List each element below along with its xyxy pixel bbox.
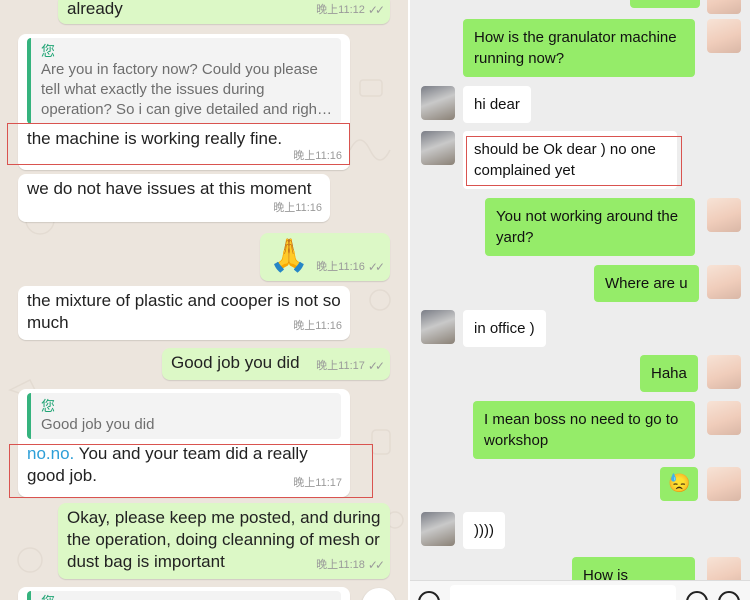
message-text: You not working around the yard? [496,208,679,246]
avatar[interactable] [707,198,741,232]
avatar[interactable] [707,19,741,53]
message-meta: 晚上11:16 [293,315,342,337]
message-bubble-incoming[interactable]: in office ) [463,310,546,347]
chat-input-bar [410,580,750,600]
quoted-message[interactable]: 您 Good job you did [27,393,341,439]
message-time: 晚上11:16 [273,202,322,214]
read-receipt-icon: ✓✓ [367,359,385,373]
message-text: Haha [651,365,687,382]
message-time: 晚上11:18 [316,559,365,571]
message-bubble-outgoing[interactable]: 🙏 晚上11:16 ✓✓ [260,233,390,281]
folded-hands-emoji: 🙏 [269,237,309,273]
whatsapp-chat-panel: already 晚上11:12 ✓✓ 您 Are you in factory … [0,0,408,600]
message-bubble-outgoing[interactable]: Good job you did 晚上11:17 ✓✓ [162,348,390,380]
message-meta: 晚上11:16 [273,197,322,219]
message-bubble-incoming[interactable]: )))) [463,512,505,549]
message-meta: 晚上11:17 ✓✓ [316,355,385,377]
highlight-box [9,444,373,498]
message-bubble-incoming[interactable]: hi dear [463,86,531,123]
plus-icon[interactable] [718,591,740,600]
avatar[interactable] [707,355,741,389]
wechat-chat-panel: How is the granulator machine running no… [410,0,750,600]
message-bubble-incoming[interactable]: 您 [18,587,350,600]
sweat-emoji: 😓 [668,473,691,493]
message-meta: 晚上11:18 ✓✓ [316,554,385,576]
message-meta: 晚上11:16 ✓✓ [316,256,385,278]
quoted-message[interactable]: 您 [27,591,341,600]
message-text: hi dear [474,96,520,113]
message-bubble-outgoing[interactable]: You not working around the yard? [485,198,695,256]
read-receipt-icon: ✓✓ [367,260,385,274]
quote-author: 您 [41,398,55,414]
emoji-icon[interactable] [686,591,708,600]
read-receipt-icon: ✓✓ [367,558,385,572]
quoted-message[interactable]: 您 Are you in factory now? Could you plea… [27,38,341,124]
avatar[interactable] [707,265,741,299]
message-text: already [67,0,123,18]
message-bubble-outgoing[interactable]: How is the granulator machine running no… [463,19,695,77]
message-text: Where are u [605,275,688,292]
message-time: 晚上11:17 [316,360,365,372]
avatar[interactable] [421,86,455,120]
message-bubble-outgoing[interactable]: Haha [640,355,698,392]
avatar[interactable] [707,401,741,435]
message-meta: 晚上11:12 ✓✓ [316,0,385,21]
message-bubble-outgoing[interactable]: Okay, please keep me posted, and during … [58,503,390,579]
avatar[interactable] [421,512,455,546]
avatar[interactable] [707,467,741,501]
quote-author: 您 [41,593,333,600]
message-text: I mean boss no need to go to workshop [484,411,679,449]
message-time: 晚上11:16 [293,320,342,332]
avatar[interactable] [707,0,741,14]
message-text: )))) [474,522,494,539]
message-input[interactable] [450,585,676,600]
message-text: How is the granulator machine running no… [474,29,677,67]
message-bubble-outgoing[interactable] [630,0,700,8]
message-bubble-incoming[interactable]: we do not have issues at this moment 晚上1… [18,174,330,222]
highlight-box [7,123,350,165]
read-receipt-icon: ✓✓ [367,3,385,17]
voice-icon[interactable] [418,591,440,600]
message-text: Good job you did [171,353,300,372]
message-bubble-outgoing[interactable]: Where are u [594,265,699,302]
avatar[interactable] [421,310,455,344]
quote-text: Are you in factory now? Could you please… [41,61,333,118]
message-bubble-incoming[interactable]: the mixture of plastic and cooper is not… [18,286,350,340]
message-time: 晚上11:12 [316,4,365,16]
quote-author: 您 [41,43,55,59]
message-bubble-outgoing[interactable]: 😓 [660,467,699,501]
quote-text: Good job you did [41,416,155,433]
message-bubble-outgoing[interactable]: already 晚上11:12 ✓✓ [58,0,390,24]
message-time: 晚上11:16 [316,261,365,273]
message-bubble-outgoing[interactable]: I mean boss no need to go to workshop [473,401,695,459]
message-text: in office ) [474,320,535,337]
avatar[interactable] [421,131,455,165]
highlight-box [466,136,682,186]
